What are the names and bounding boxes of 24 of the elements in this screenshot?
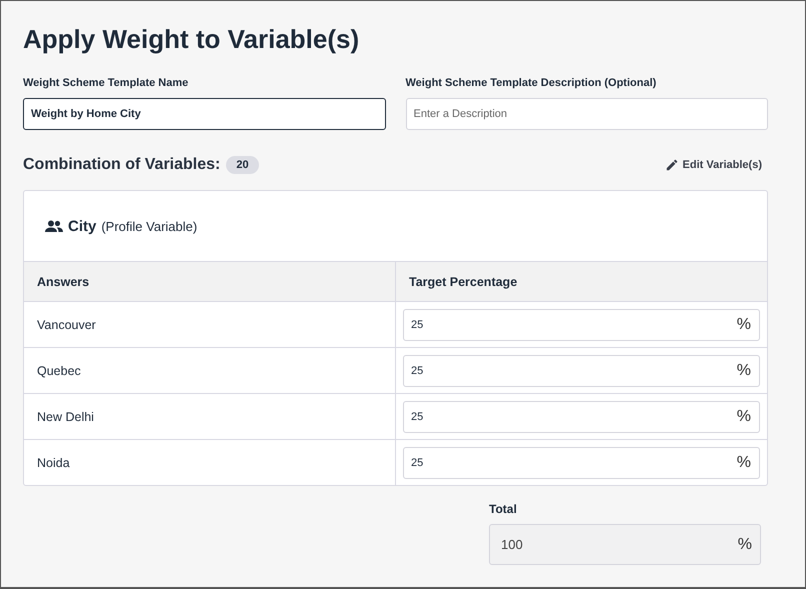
column-header: Answers <box>24 262 396 302</box>
table-cell: New Delhi <box>24 394 396 440</box>
variable-name: City <box>68 218 96 234</box>
total-label: Total <box>489 502 518 516</box>
people-icon <box>45 220 63 232</box>
column-header: Target Percentage <box>396 262 767 302</box>
table-cell: Quebec <box>24 348 396 394</box>
table-cell: Vancouver <box>24 302 396 348</box>
percentage-input-field[interactable]: 25 % <box>403 446 760 478</box>
count-badge: 20 <box>226 156 259 174</box>
variable-type: (Profile Variable) <box>101 218 198 234</box>
pencil-icon <box>664 158 679 172</box>
percentage-input-field[interactable]: 25 % <box>403 308 760 340</box>
percentage-input-field[interactable]: 25 % <box>403 400 760 432</box>
table-cell: Noida <box>24 440 396 485</box>
description-input-field[interactable]: Enter a Description <box>406 98 768 130</box>
field-label: Weight Scheme Template Description (Optional) <box>406 76 658 90</box>
total-input-field: 100 % <box>489 524 761 565</box>
section-heading: Combination of Variables: <box>23 156 220 174</box>
edit-variables-button[interactable]: Edit Variable(s) <box>664 158 762 172</box>
name-input-field[interactable]: Weight by Home City <box>23 98 386 130</box>
page-title: Apply Weight to Variable(s) <box>23 23 360 56</box>
percentage-input-field[interactable]: 25 % <box>403 354 760 386</box>
field-label: Weight Scheme Template Name <box>23 76 190 90</box>
